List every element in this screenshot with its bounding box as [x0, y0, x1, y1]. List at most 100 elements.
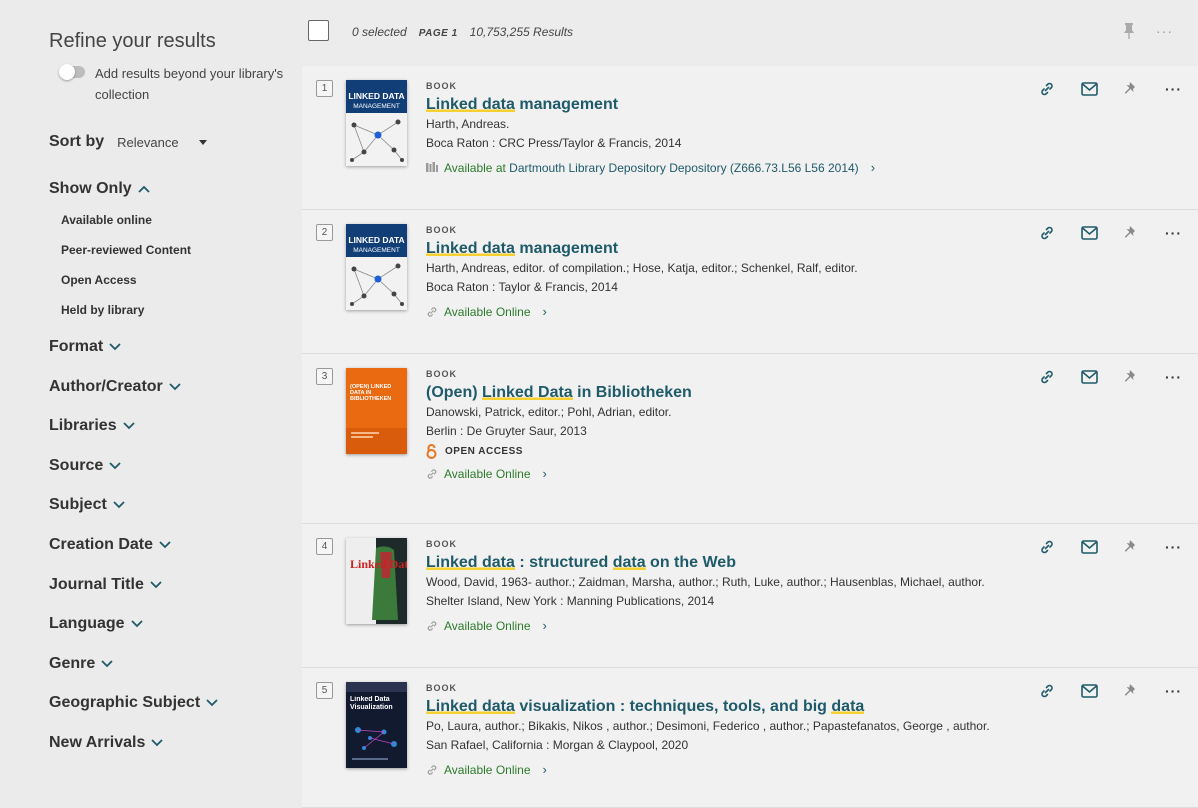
result-publisher: Shelter Island, New York : Manning Publi…: [426, 594, 715, 608]
result-author: Po, Laura, author.; Bikakis, Nikos , aut…: [426, 719, 990, 733]
select-all-checkbox[interactable]: [308, 20, 329, 41]
facet-source[interactable]: Source: [49, 454, 302, 478]
facet-subject[interactable]: Subject: [49, 493, 302, 517]
book-cover[interactable]: Linked Data: [346, 538, 407, 624]
book-cover-image: LINKED DATA MANAGEMENT: [346, 224, 407, 310]
result-number-checkbox[interactable]: 2: [316, 224, 333, 241]
available-online-link[interactable]: Available Online ›: [426, 762, 990, 777]
availability-status: Available Online: [444, 618, 531, 633]
chevron-down-icon: [169, 382, 181, 390]
pin-icon[interactable]: [1123, 369, 1137, 385]
facet-show-only-header[interactable]: Show Only: [49, 177, 302, 201]
chevron-right-icon[interactable]: ›: [543, 762, 547, 777]
facet-genre[interactable]: Genre: [49, 652, 302, 676]
book-cover[interactable]: LINKED DATA MANAGEMENT: [346, 224, 407, 310]
show-only-available-online[interactable]: Available online: [61, 205, 302, 235]
result-item[interactable]: 2 LINKED DATA MANAGEMENT BOOK Linked data ma…: [302, 210, 1198, 354]
chevron-down-icon: [122, 422, 135, 430]
pin-icon[interactable]: [1123, 81, 1137, 97]
result-author: Harth, Andreas, editor. of compilation.;…: [426, 261, 858, 275]
email-icon[interactable]: [1081, 684, 1098, 698]
expand-results-toggle[interactable]: [59, 64, 85, 80]
cover-title: Linked Data Visualization: [350, 696, 393, 711]
chevron-right-icon[interactable]: ›: [543, 618, 547, 633]
result-author: Harth, Andreas.: [426, 117, 510, 131]
pin-icon[interactable]: [1122, 22, 1136, 40]
more-icon[interactable]: ···: [1165, 540, 1182, 554]
title-segment: on the Web: [645, 554, 736, 571]
pin-icon[interactable]: [1123, 225, 1137, 241]
facet-format[interactable]: Format: [49, 335, 302, 359]
expand-results-toggle-row[interactable]: Add results beyond your library's collec…: [59, 63, 302, 105]
result-title-link[interactable]: (Open) Linked Data in Bibliotheken: [426, 383, 692, 403]
result-number-checkbox[interactable]: 1: [316, 80, 333, 97]
facet-libraries[interactable]: Libraries: [49, 414, 302, 438]
pin-icon[interactable]: [1123, 683, 1137, 699]
results-list: 1 LINKED DATA MANAGEMENT BOOK Linked data ma…: [302, 66, 1198, 808]
result-number-checkbox[interactable]: 4: [316, 538, 333, 555]
more-icon[interactable]: ···: [1165, 684, 1182, 698]
chevron-down-icon: [130, 620, 143, 628]
availability-status: Available Online: [444, 762, 531, 777]
more-icon[interactable]: ···: [1165, 226, 1182, 240]
show-only-open-access[interactable]: Open Access: [61, 265, 302, 295]
result-title-link[interactable]: Linked data management: [426, 95, 875, 115]
link-icon[interactable]: [1039, 683, 1055, 699]
link-icon[interactable]: [1039, 539, 1055, 555]
pin-icon[interactable]: [1123, 539, 1137, 555]
show-only-peer-reviewed[interactable]: Peer-reviewed Content: [61, 235, 302, 265]
result-title-link[interactable]: Linked data : structured data on the Web: [426, 553, 985, 573]
available-online-link[interactable]: Available Online ›: [426, 618, 985, 633]
facet-author-creator[interactable]: Author/Creator: [49, 375, 302, 399]
book-cover-image: (OPEN) LINKED DATA IN BIBLIOTHEKEN: [346, 368, 407, 454]
facet-language[interactable]: Language: [49, 612, 302, 636]
facet-journal-title[interactable]: Journal Title: [49, 573, 302, 597]
more-icon[interactable]: ···: [1165, 370, 1182, 384]
chevron-right-icon[interactable]: ›: [543, 466, 547, 481]
link-icon[interactable]: [1039, 369, 1055, 385]
email-icon[interactable]: [1081, 82, 1098, 96]
book-cover[interactable]: (OPEN) LINKED DATA IN BIBLIOTHEKEN: [346, 368, 407, 454]
chevron-right-icon[interactable]: ›: [543, 304, 547, 319]
email-icon[interactable]: [1081, 226, 1098, 240]
title-segment: : structured: [514, 554, 613, 571]
result-item[interactable]: 1 LINKED DATA MANAGEMENT BOOK Linked data ma…: [302, 66, 1198, 210]
title-segment: Linked data: [426, 240, 515, 257]
book-cover[interactable]: Linked Data Visualization: [346, 682, 407, 768]
available-online-link[interactable]: Available Online ›: [426, 466, 692, 481]
show-only-held-by-library[interactable]: Held by library: [61, 295, 302, 325]
availability-link[interactable]: Available at Dartmouth Library Depositor…: [426, 160, 875, 175]
email-icon[interactable]: [1081, 370, 1098, 384]
chevron-down-icon: [109, 462, 121, 470]
facet-creation-date[interactable]: Creation Date: [49, 533, 302, 557]
email-icon[interactable]: [1081, 540, 1098, 554]
more-options-icon[interactable]: ···: [1156, 23, 1173, 39]
result-item[interactable]: 4 Linked Data BOOK Linked data : structured…: [302, 524, 1198, 668]
result-publisher: Berlin : De Gruyter Saur, 2013: [426, 424, 587, 438]
book-cover-image: Linked Data: [346, 538, 407, 624]
result-title-link[interactable]: Linked data management: [426, 239, 858, 259]
resource-type: BOOK: [426, 539, 457, 549]
facet-geographic-subject[interactable]: Geographic Subject: [49, 691, 302, 715]
result-item[interactable]: 5 Linked Data Visualization BOOK Linked dat…: [302, 668, 1198, 808]
chevron-right-icon[interactable]: ›: [871, 160, 875, 175]
available-online-link[interactable]: Available Online ›: [426, 304, 858, 319]
availability-location[interactable]: Dartmouth Library Depository Depository …: [509, 161, 859, 175]
result-number-checkbox[interactable]: 3: [316, 368, 333, 385]
book-cover[interactable]: LINKED DATA MANAGEMENT: [346, 80, 407, 166]
refine-title: Refine your results: [49, 30, 216, 52]
facet-new-arrivals[interactable]: New Arrivals: [49, 731, 302, 755]
link-icon[interactable]: [1039, 81, 1055, 97]
result-item[interactable]: 3 (OPEN) LINKED DATA IN BIBLIOTHEKEN BOOK (…: [302, 354, 1198, 524]
title-segment: in Bibliotheken: [572, 384, 692, 401]
facet-label: Source: [49, 456, 104, 474]
caret-down-icon[interactable]: [198, 139, 207, 145]
result-number-checkbox[interactable]: 5: [316, 682, 333, 699]
more-icon[interactable]: ···: [1165, 82, 1182, 96]
sort-select[interactable]: Relevance: [117, 135, 178, 150]
link-icon[interactable]: [1039, 225, 1055, 241]
facet-show-only-label: Show Only: [49, 180, 132, 197]
chevron-down-icon: [206, 699, 218, 707]
selected-count: 0 selected: [352, 25, 407, 39]
result-title-link[interactable]: Linked data visualization : techniques, …: [426, 697, 990, 717]
